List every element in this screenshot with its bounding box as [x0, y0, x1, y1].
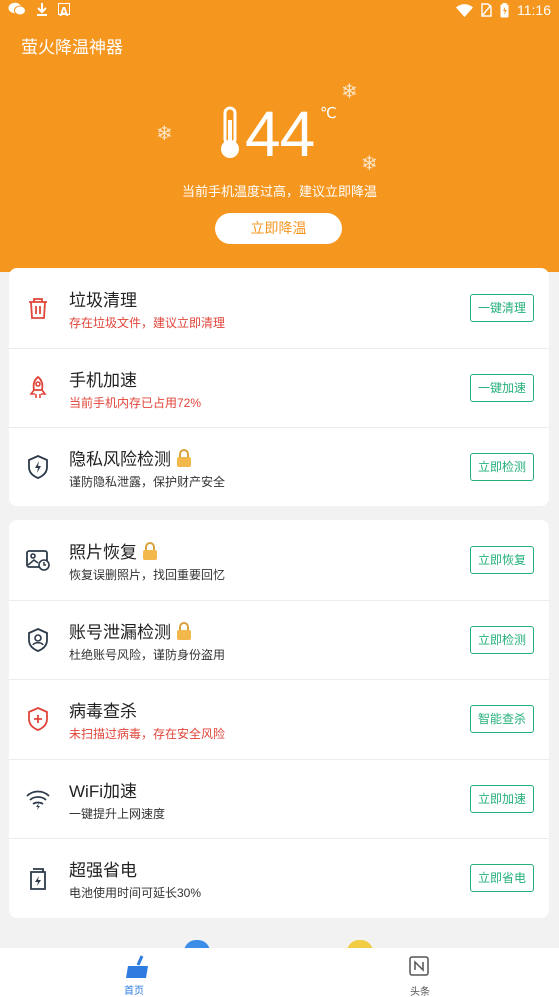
item-subtitle: 杜绝账号风险，谨防身份盗用 — [69, 648, 226, 662]
app-title: 萤火降温神器 — [21, 38, 123, 57]
status-right: 11:16 — [456, 1, 551, 19]
item-title: 病毒查杀 — [69, 702, 137, 721]
snowflake-icon: ❄ — [341, 81, 358, 103]
cool-down-button[interactable]: 立即降温 — [215, 213, 342, 244]
item-subtitle: 存在垃圾文件，建议立即清理 — [69, 316, 226, 330]
photo-restore-icon — [26, 550, 50, 571]
snowflake-icon: ❄ — [156, 123, 173, 145]
shield-lightning-icon — [28, 455, 48, 479]
tools-card-primary: 垃圾清理 存在垃圾文件，建议立即清理 一键清理 手机加速 当前手机内存已占用72… — [9, 268, 549, 506]
battery-icon — [500, 2, 509, 17]
news-icon[interactable] — [408, 955, 430, 977]
download-icon — [37, 3, 47, 16]
wifi-boost-icon — [26, 790, 50, 810]
list-item-photo-restore[interactable]: 照片恢复 恢复误删照片，找回重要回忆 立即恢复 — [9, 520, 549, 599]
status-bar: A 11:16 — [0, 0, 559, 22]
junk-clean-button[interactable]: 一键清理 — [470, 294, 534, 322]
notification-a-icon: A — [58, 3, 70, 19]
list-item-power-save[interactable]: 超强省电 电池使用时间可延长30% 立即省电 — [9, 838, 549, 917]
item-subtitle: 恢复误删照片，找回重要回忆 — [69, 568, 226, 582]
item-title: 垃圾清理 — [69, 291, 137, 310]
virus-scan-button[interactable]: 智能查杀 — [470, 705, 534, 733]
item-subtitle: 未扫描过病毒，存在安全风险 — [69, 727, 226, 741]
lock-icon — [143, 541, 157, 560]
phone-boost-button[interactable]: 一键加速 — [470, 374, 534, 402]
list-item-phone-boost[interactable]: 手机加速 当前手机内存已占用72% 一键加速 — [9, 348, 549, 427]
temperature-unit: ℃ — [320, 105, 337, 122]
shield-user-icon — [28, 628, 48, 652]
list-item-virus-scan[interactable]: 病毒查杀 未扫描过病毒，存在安全风险 智能查杀 — [9, 679, 549, 758]
nav-news-label[interactable]: 头条 — [410, 983, 430, 997]
tools-card-secondary: 照片恢复 恢复误删照片，找回重要回忆 立即恢复 账号泄漏检测 杜绝账号风险，谨防… — [9, 520, 549, 918]
photo-restore-button[interactable]: 立即恢复 — [470, 546, 534, 574]
item-subtitle: 一键提升上网速度 — [69, 807, 166, 821]
snowflake-icon: ❄ — [361, 153, 378, 175]
wifi-boost-button[interactable]: 立即加速 — [470, 785, 534, 813]
no-sim-icon — [481, 3, 492, 17]
power-save-button[interactable]: 立即省电 — [470, 864, 534, 892]
thermometer-icon — [221, 106, 239, 158]
battery-charge-icon — [30, 868, 46, 890]
item-subtitle: 电池使用时间可延长30% — [69, 886, 202, 900]
list-item-junk-clean[interactable]: 垃圾清理 存在垃圾文件，建议立即清理 一键清理 — [9, 268, 549, 347]
item-title: 超强省电 — [69, 861, 137, 880]
item-subtitle: 当前手机内存已占用72% — [69, 396, 202, 410]
wifi-signal-icon — [456, 3, 473, 17]
hero-header: A 11:16 萤火降温神器 ❄ ❄ ❄ 44 ℃ 当前手机温度过高，建议立即降… — [0, 0, 559, 272]
clock: 11:16 — [517, 2, 551, 18]
item-title: 手机加速 — [69, 371, 137, 390]
temperature-value: 44 — [245, 98, 315, 170]
lock-icon — [177, 621, 191, 640]
lock-icon — [177, 448, 191, 467]
broom-icon[interactable] — [122, 954, 156, 980]
temperature-hint: 当前手机温度过高，建议立即降温 — [181, 184, 377, 199]
item-title: 照片恢复 — [69, 538, 158, 563]
account-leak-button[interactable]: 立即检测 — [470, 626, 534, 654]
status-left: A — [8, 2, 70, 19]
list-item-privacy-check[interactable]: 隐私风险检测 谨防隐私泄露，保护财产安全 立即检测 — [9, 427, 549, 506]
list-item-wifi-boost[interactable]: WiFi加速 一键提升上网速度 立即加速 — [9, 759, 549, 838]
shield-plus-icon — [28, 707, 48, 731]
item-title: WiFi加速 — [69, 782, 137, 801]
trash-icon — [29, 298, 47, 319]
privacy-check-button[interactable]: 立即检测 — [470, 453, 534, 481]
item-title: 隐私风险检测 — [69, 445, 192, 470]
bottom-nav — [0, 948, 559, 997]
list-item-account-leak[interactable]: 账号泄漏检测 杜绝账号风险，谨防身份盗用 立即检测 — [9, 600, 549, 679]
rocket-icon — [29, 375, 47, 398]
nav-home-label[interactable]: 首页 — [124, 982, 144, 997]
item-subtitle: 谨防隐私泄露，保护财产安全 — [69, 475, 226, 489]
wechat-icon — [8, 2, 26, 16]
item-title: 账号泄漏检测 — [69, 618, 192, 643]
